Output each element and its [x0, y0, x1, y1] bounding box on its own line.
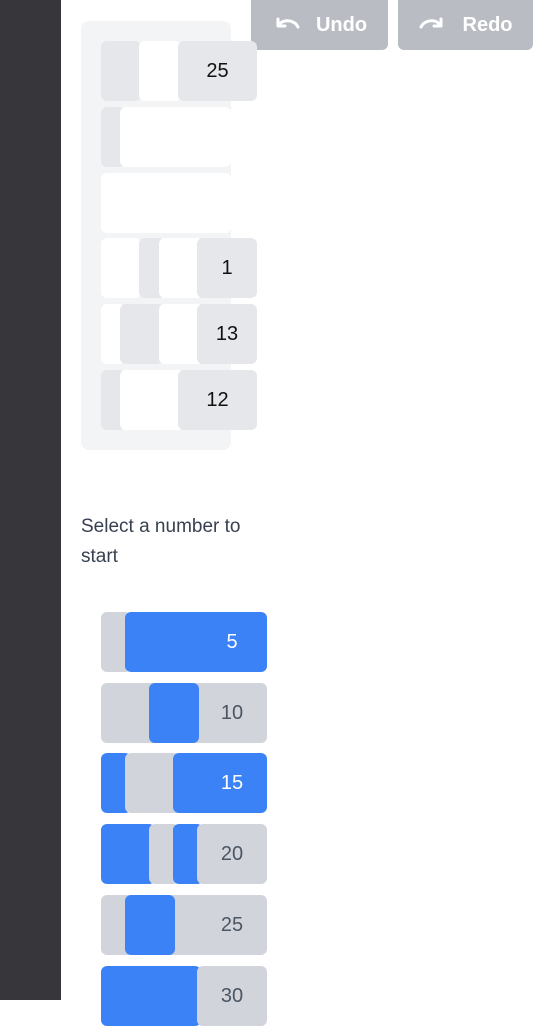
choice-label: 30 — [220, 984, 244, 1007]
number-choice-10[interactable]: 10 — [101, 683, 267, 743]
redo-arrow-icon — [419, 15, 447, 35]
undo-arrow-icon — [272, 15, 300, 35]
choice-label: 15 — [220, 771, 244, 794]
number-choice-5[interactable]: 5 — [101, 612, 267, 672]
board-segment — [120, 370, 184, 430]
redo-button[interactable]: Redo — [398, 0, 533, 50]
start-prompt: Select a number to start — [81, 516, 241, 567]
choice-label: 25 — [220, 913, 244, 936]
choice-label: 5 — [226, 630, 238, 653]
number-choice-25[interactable]: 25 — [101, 895, 267, 955]
redo-label: Redo — [462, 13, 513, 36]
number-choice-15[interactable]: 15 — [101, 753, 267, 813]
board-segment — [120, 107, 231, 167]
board-segment — [101, 238, 141, 298]
number-choice-20[interactable]: 20 — [101, 824, 267, 884]
board-number-tile[interactable]: 13 — [197, 304, 257, 364]
undo-button[interactable]: Undo — [251, 0, 388, 50]
board-number-tile[interactable]: 25 — [178, 41, 257, 101]
board-number-tile[interactable]: 1 — [197, 238, 257, 298]
board-segment — [120, 304, 164, 364]
board-number-tile[interactable]: 12 — [178, 370, 257, 430]
board-segment — [139, 41, 181, 101]
board-segment — [101, 41, 141, 101]
undo-label: Undo — [315, 13, 368, 36]
choice-label: 10 — [220, 701, 244, 724]
left-sidebar — [0, 0, 61, 1000]
board-segment — [101, 173, 231, 233]
number-choice-30[interactable]: 30 — [101, 966, 267, 1026]
choice-label: 20 — [220, 842, 244, 865]
